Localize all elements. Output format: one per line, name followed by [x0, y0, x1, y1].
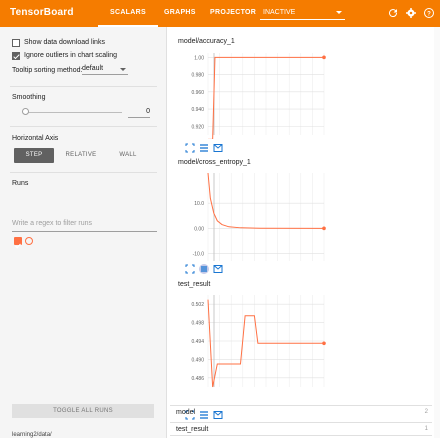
- y-tick-label: 0.502: [191, 302, 204, 308]
- series-end-point: [322, 55, 326, 60]
- top-bar: TensorBoard SCALARS GRAPHS PROJECTOR INA…: [0, 0, 440, 27]
- y-tick-label: 1.00: [194, 55, 204, 61]
- app-title: TensorBoard: [10, 7, 74, 18]
- horizontal-axis-label: Horizontal Axis: [12, 135, 59, 142]
- y-tick-label: 0.00: [194, 226, 204, 232]
- fit-domain-icon[interactable]: [185, 264, 195, 274]
- sidebar: Show data download links Ignore outliers…: [0, 27, 167, 438]
- run-color-swatch[interactable]: [25, 237, 33, 245]
- tab-projector[interactable]: PROJECTOR: [210, 9, 256, 16]
- check-icon: [15, 243, 21, 249]
- svg-text:?: ?: [427, 11, 431, 17]
- log-scale-icon[interactable]: [199, 143, 209, 153]
- scalar-card: model/cross_entropy_1 10.0 0.00 -10.0: [175, 155, 435, 280]
- expand-icon[interactable]: [213, 264, 223, 274]
- tab-scalars[interactable]: SCALARS: [110, 9, 146, 16]
- run-group-count: 1: [424, 426, 428, 432]
- data-directory-label: learning2/data/: [12, 432, 52, 438]
- ignore-outliers-label: Ignore outliers in chart scaling: [24, 52, 117, 59]
- divider: [10, 172, 157, 173]
- axis-relative-button[interactable]: RELATIVE: [60, 148, 102, 163]
- y-tick-label: 0.920: [191, 124, 204, 130]
- smoothing-slider-handle[interactable]: [22, 108, 29, 115]
- tab-graphs[interactable]: GRAPHS: [164, 9, 196, 16]
- smoothing-value-input[interactable]: 0: [128, 108, 150, 118]
- tooltip-sorting-value: default: [82, 65, 104, 72]
- run-group-name: model: [176, 409, 196, 416]
- show-download-links-label: Show data download links: [24, 39, 105, 46]
- run-group-row[interactable]: test_result 1: [170, 422, 432, 436]
- y-tick-label: 0.980: [191, 73, 204, 79]
- series-end-point: [322, 226, 326, 231]
- card-title: test_result: [178, 281, 211, 288]
- test-result-chart[interactable]: 0.502 0.498 0.494 0.490 0.486: [178, 291, 330, 391]
- axis-step-button[interactable]: STEP: [14, 148, 54, 163]
- tooltip-sorting-select[interactable]: default: [82, 65, 128, 75]
- toggle-all-runs-button[interactable]: TOGGLE ALL RUNS: [12, 404, 154, 418]
- chevron-down-icon: [336, 11, 342, 14]
- divider: [10, 86, 157, 87]
- show-download-links-checkbox[interactable]: [12, 39, 20, 47]
- cross-entropy-chart[interactable]: 10.0 0.00 -10.0: [178, 169, 330, 265]
- scrollbar[interactable]: [434, 27, 440, 438]
- series-end-point: [322, 341, 326, 346]
- refresh-icon[interactable]: [387, 7, 399, 19]
- y-tick-label: -10.0: [193, 251, 205, 257]
- y-tick-label: 0.486: [191, 376, 204, 382]
- inactive-dashboards-dropdown[interactable]: INACTIVE: [260, 6, 345, 20]
- y-tick-label: 0.940: [191, 107, 204, 113]
- y-tick-label: 0.490: [191, 357, 204, 363]
- smoothing-slider-track[interactable]: [26, 112, 122, 113]
- help-icon[interactable]: ?: [423, 7, 435, 19]
- tooltip-sorting-label: Tooltip sorting method:: [12, 67, 83, 74]
- y-tick-label: 0.960: [191, 90, 204, 96]
- runs-label: Runs: [12, 180, 29, 187]
- axis-wall-button[interactable]: WALL: [108, 148, 148, 163]
- run-filter-input[interactable]: Write a regex to filter runs: [12, 220, 157, 232]
- card-title: model/accuracy_1: [178, 38, 235, 45]
- expand-icon[interactable]: [213, 143, 223, 153]
- chevron-down-icon: [120, 68, 126, 71]
- scalar-card: test_result 0.502 0.498 0.494 0.490 0.486: [175, 281, 435, 420]
- card-title: model/cross_entropy_1: [178, 159, 251, 166]
- scalar-card: model/accuracy_1 1.00 0.980 0.960 0.940 0.92…: [175, 27, 435, 153]
- inactive-dropdown-label: INACTIVE: [263, 9, 296, 16]
- y-tick-label: 10.0: [194, 201, 204, 207]
- run-group-name: test_result: [176, 426, 209, 433]
- run-toggle-all-checkbox[interactable]: [14, 237, 22, 249]
- accuracy-chart[interactable]: 1.00 0.980 0.960 0.940 0.920: [178, 49, 330, 139]
- log-scale-icon[interactable]: [199, 264, 209, 274]
- fit-domain-icon[interactable]: [185, 143, 195, 153]
- y-tick-label: 0.498: [191, 321, 204, 327]
- run-group-count: 2: [424, 409, 428, 415]
- ignore-outliers-checkbox[interactable]: [12, 52, 20, 60]
- smoothing-label: Smoothing: [12, 94, 46, 101]
- main-panel: model/accuracy_1 1.00 0.980 0.960 0.940 0.92…: [170, 27, 440, 438]
- y-tick-label: 0.494: [191, 339, 204, 345]
- gear-icon[interactable]: [405, 7, 417, 19]
- divider: [10, 126, 157, 127]
- run-group-row[interactable]: model 2: [170, 405, 432, 419]
